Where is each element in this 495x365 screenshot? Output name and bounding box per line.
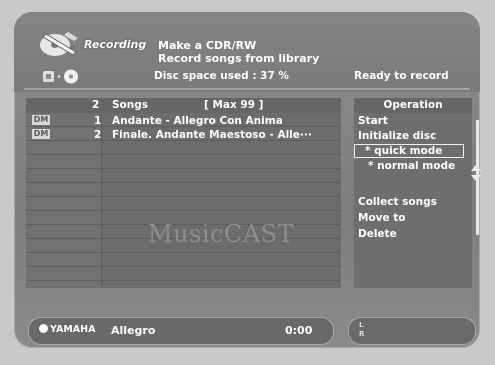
header-area: Recording Make a CDR/RW Record songs fro…	[14, 12, 480, 92]
status-text: Ready to record	[354, 70, 449, 82]
song-count: 2	[92, 99, 100, 111]
scroll-bar[interactable]	[476, 120, 479, 235]
dm-badge: DM	[32, 129, 50, 139]
songs-label: Songs	[112, 99, 149, 111]
menu-item-initialize-disc[interactable]: Initialize disc	[358, 130, 436, 142]
menu-item-delete[interactable]: Delete	[358, 228, 397, 240]
menu-item-collect-songs[interactable]: Collect songs	[358, 196, 437, 208]
now-playing-bar: YAMAHA Allegro 0:00	[28, 317, 334, 345]
list-grid-row	[26, 253, 341, 267]
menu-item-quick-mode[interactable]: * quick mode	[354, 144, 464, 158]
max-songs-label: [ Max 99 ]	[204, 99, 264, 111]
yamaha-brand-text: YAMAHA	[50, 324, 96, 335]
list-grid-row	[26, 155, 341, 169]
yamaha-logo: YAMAHA	[39, 324, 95, 335]
header-divider	[24, 88, 470, 90]
list-grid-row	[26, 169, 341, 183]
source-to-disc-icon	[43, 69, 78, 84]
message-line-2: Record songs from library	[158, 52, 320, 65]
dm-badge: DM	[32, 115, 50, 125]
screen-title: Recording	[84, 38, 147, 51]
operation-menu: Operation Start Initialize disc * quick …	[354, 98, 472, 288]
song-list-header: 2 Songs [ Max 99 ]	[26, 98, 341, 113]
song-title: Andante - Allegro Con Anima	[112, 115, 283, 127]
level-right-label: R	[359, 330, 365, 338]
disc-space-used: Disc space used : 37 %	[154, 70, 289, 82]
disc-brush-logo-icon	[40, 32, 78, 56]
list-grid-row	[26, 267, 341, 281]
list-grid-row	[26, 183, 341, 197]
song-number: 2	[94, 129, 102, 141]
musiccast-watermark: MusicCAST	[148, 220, 295, 248]
song-title: Finale. Andante Maestoso - Alle···	[112, 129, 312, 141]
list-grid-row	[26, 141, 341, 155]
elapsed-time: 0:00	[285, 324, 313, 337]
song-row-2[interactable]: DM 2 Finale. Andante Maestoso - Alle···	[26, 128, 341, 141]
level-left-label: L	[359, 321, 364, 329]
message-line-1: Make a CDR/RW	[158, 39, 257, 52]
menu-item-move-to[interactable]: Move to	[358, 212, 406, 224]
menu-item-normal-mode[interactable]: * normal mode	[368, 160, 455, 172]
list-grid-row	[26, 197, 341, 211]
recording-screen: Recording Make a CDR/RW Record songs fro…	[14, 12, 481, 348]
level-meter: L R	[348, 317, 476, 345]
yamaha-tuning-fork-icon	[39, 324, 48, 333]
menu-item-start[interactable]: Start	[358, 115, 388, 127]
song-list-panel: 2 Songs [ Max 99 ] DM 1 Andante - Allegr…	[26, 98, 341, 288]
song-row-1[interactable]: DM 1 Andante - Allegro Con Anima	[26, 114, 341, 127]
operation-header: Operation	[354, 98, 472, 113]
song-number: 1	[94, 115, 102, 127]
current-track: Allegro	[111, 324, 156, 337]
